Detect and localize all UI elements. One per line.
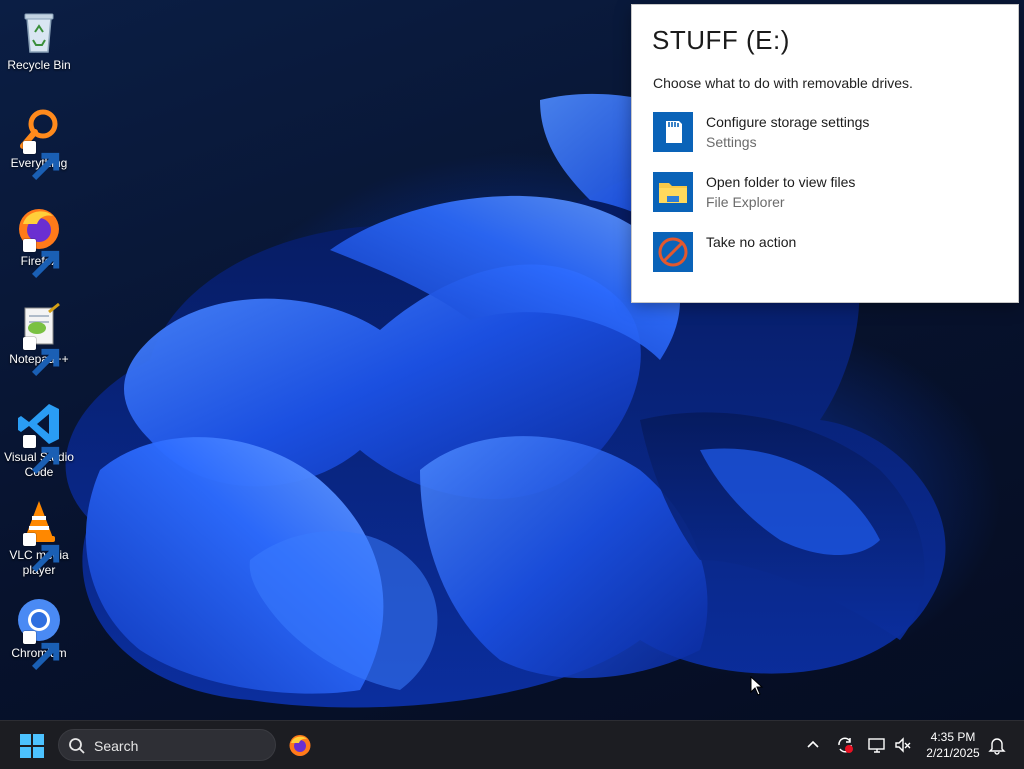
search-icon [69,738,85,754]
mouse-pointer-icon [750,676,764,696]
start-button[interactable] [20,734,44,758]
desktop-icon-vlc[interactable]: VLC media player [4,498,74,578]
desktop-icon-recycle-bin[interactable]: Recycle Bin [4,8,74,73]
taskbar-firefox-icon[interactable] [288,733,312,757]
taskbar-clock[interactable]: 4:35 PM 2/21/2025 [918,729,988,761]
shortcut-arrow-icon [23,141,60,181]
desktop-icon-chromium[interactable]: Chromium [4,596,74,671]
display-icon[interactable] [867,735,887,755]
desktop-icon-notepad-plus-plus[interactable]: Notepad++ [4,302,74,377]
desktop-icon-everything[interactable]: Everything [4,106,74,181]
desktop-icon-firefox[interactable]: Firefox [4,204,74,279]
option-open-folder[interactable]: Open folder to view files File Explorer [653,172,998,216]
no-action-icon [653,232,693,272]
option-take-no-action[interactable]: Take no action [653,232,998,276]
option-subtitle: File Explorer [706,194,785,210]
taskbar: Search 4:35 PM 2/21/2025 [0,720,1024,769]
shortcut-arrow-icon [23,239,60,279]
option-title: Open folder to view files [706,174,856,190]
sync-alert-icon[interactable] [835,735,855,755]
notification-bell-icon[interactable] [987,735,1007,755]
firefox-icon [15,204,63,279]
option-title: Take no action [706,234,797,250]
notepad-plus-plus-icon [15,302,63,377]
option-title: Configure storage settings [706,114,870,130]
panel-subtitle: Choose what to do with removable drives. [653,75,913,91]
panel-title: STUFF (E:) [652,25,790,55]
option-configure-storage[interactable]: Configure storage settings Settings [653,112,998,156]
search-label: Search [94,738,139,754]
vlc-icon [15,498,63,573]
shortcut-arrow-icon [23,435,60,475]
shortcut-arrow-icon [23,337,60,377]
desktop-icon-vscode[interactable]: Visual Studio Code [4,400,74,480]
desktop-icon-label: Recycle Bin [7,58,71,72]
clock-date: 2/21/2025 [926,746,980,760]
chromium-icon [15,596,63,671]
vscode-icon [15,400,63,475]
recycle-bin-icon [15,8,63,56]
shortcut-arrow-icon [23,533,60,573]
autoplay-panel: STUFF (E:) Choose what to do with remova… [632,5,1018,302]
clock-time: 4:35 PM [930,730,976,744]
shortcut-arrow-icon [23,631,60,671]
option-subtitle: Settings [706,134,757,150]
chevron-up-icon[interactable] [803,735,823,755]
sd-card-icon [653,112,693,152]
taskbar-search-box[interactable]: Search [58,729,276,761]
folder-icon [653,172,693,212]
volume-muted-icon[interactable] [893,735,913,755]
everything-search-icon [15,106,63,181]
